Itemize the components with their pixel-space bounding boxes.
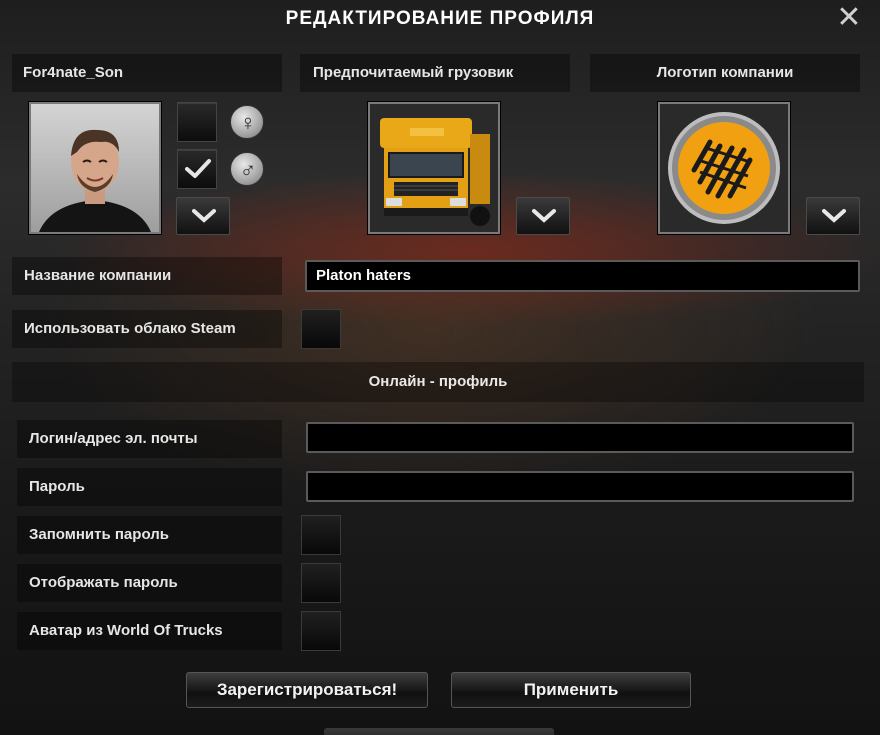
truck-picture — [370, 104, 498, 232]
apply-button[interactable]: Применить — [451, 672, 691, 708]
wot-avatar-checkbox[interactable] — [301, 611, 341, 651]
password-input[interactable] — [306, 471, 854, 502]
remember-password-checkbox[interactable] — [301, 515, 341, 555]
wot-avatar-label: Аватар из World Of Trucks — [17, 612, 282, 650]
truck-image[interactable] — [368, 102, 500, 234]
chevron-down-icon — [192, 209, 216, 223]
logo-header: Логотип компании — [590, 54, 860, 92]
company-name-label: Название компании — [12, 257, 282, 295]
show-password-checkbox[interactable] — [301, 563, 341, 603]
female-symbol-glyph: ♀ — [239, 110, 257, 135]
show-password-label: Отображать пароль — [17, 564, 282, 602]
avatar[interactable] — [29, 102, 161, 234]
gender-female-checkbox[interactable] — [177, 102, 217, 142]
dialog-title: РЕДАКТИРОВАНИЕ ПРОФИЛЯ — [285, 8, 595, 29]
checkmark-icon — [185, 159, 211, 178]
avatar-dropdown-button[interactable] — [176, 197, 230, 235]
chevron-down-icon — [822, 209, 846, 223]
avatar-photo — [31, 104, 159, 232]
steam-cloud-checkbox[interactable] — [301, 309, 341, 349]
profile-name-header: For4nate_Son — [12, 54, 282, 92]
chevron-down-icon — [532, 209, 556, 223]
gender-male-checkbox[interactable] — [177, 149, 217, 189]
login-input[interactable] — [306, 422, 854, 453]
company-logo-picture — [660, 104, 788, 232]
company-logo-image[interactable] — [658, 102, 790, 234]
register-button[interactable]: Зарегистрироваться! — [186, 672, 428, 708]
male-symbol-glyph: ♂ — [239, 157, 257, 182]
male-symbol-icon[interactable]: ♂ — [230, 152, 264, 186]
online-profile-header: Онлайн - профиль — [12, 362, 864, 402]
close-icon[interactable]: ✕ — [836, 3, 862, 33]
truck-header: Предпочитаемый грузовик — [300, 54, 570, 92]
password-label: Пароль — [17, 468, 282, 506]
login-label: Логин/адрес эл. почты — [17, 420, 282, 458]
bottom-tab — [324, 728, 554, 735]
female-symbol-icon[interactable]: ♀ — [230, 105, 264, 139]
company-name-input[interactable]: Platon haters — [305, 260, 860, 292]
steam-cloud-label: Использовать облако Steam — [12, 310, 282, 348]
remember-password-label: Запомнить пароль — [17, 516, 282, 554]
truck-dropdown-button[interactable] — [516, 197, 570, 235]
logo-dropdown-button[interactable] — [806, 197, 860, 235]
